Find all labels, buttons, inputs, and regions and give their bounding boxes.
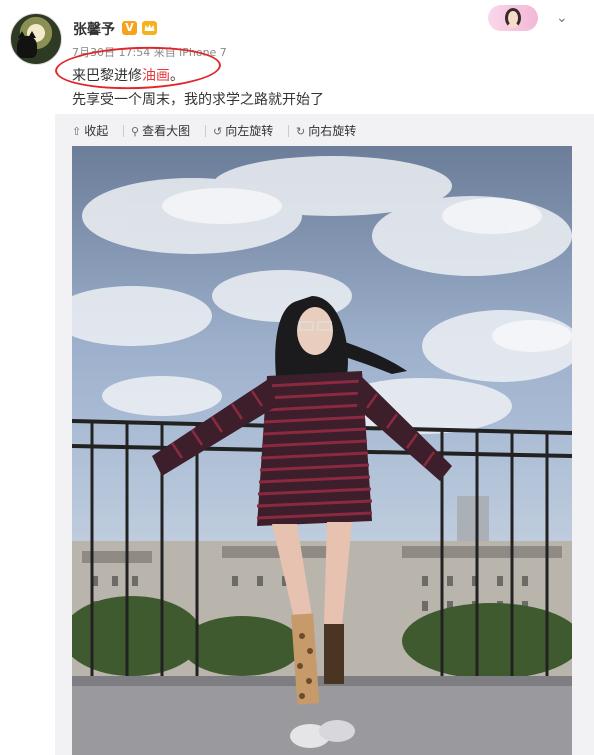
rotate-left-label: 向左旋转 bbox=[225, 124, 274, 138]
rotate-left-icon: ↺ bbox=[213, 125, 223, 138]
collapse-button[interactable]: ⇧ 收起 bbox=[72, 122, 108, 139]
post-text-line2: 先享受一个周末，我的求学之路就开始了 bbox=[72, 92, 324, 108]
view-large-button[interactable]: ⚲ 查看大图 bbox=[131, 122, 190, 139]
toolbar-divider bbox=[205, 125, 206, 137]
weibo-post: 张馨予 V ⌄ 7月30日 17:54 来自 iPhone 7 来巴黎进修油画。… bbox=[0, 0, 594, 755]
photo-illustration bbox=[72, 146, 572, 755]
username[interactable]: 张馨予 bbox=[73, 19, 115, 39]
post-photo[interactable] bbox=[72, 146, 572, 755]
post-meta[interactable]: 7月30日 17:54 来自 iPhone 7 bbox=[72, 44, 227, 60]
avatar-sticker-icon bbox=[505, 8, 521, 28]
verified-badge-icon[interactable]: V bbox=[122, 21, 137, 35]
post-text-highlight[interactable]: 油画 bbox=[142, 68, 170, 84]
collapse-arrow-icon: ⇧ bbox=[72, 125, 82, 138]
rotate-left-button[interactable]: ↺ 向左旋转 bbox=[213, 122, 273, 139]
view-large-label: 查看大图 bbox=[142, 124, 191, 138]
toolbar-divider bbox=[288, 125, 289, 137]
rotate-right-button[interactable]: ↻ 向右旋转 bbox=[296, 122, 356, 139]
cat-avatar-icon bbox=[17, 31, 37, 58]
collapse-label: 收起 bbox=[84, 124, 109, 138]
rotate-right-icon: ↻ bbox=[296, 125, 306, 138]
post-text-suffix: 。 bbox=[170, 68, 184, 84]
crown-member-icon[interactable] bbox=[141, 20, 158, 36]
post-text-prefix: 来巴黎进修 bbox=[72, 68, 142, 84]
media-toolbar: ⇧ 收起 ⚲ 查看大图 ↺ 向左旋转 ↻ 向右旋转 bbox=[55, 117, 575, 143]
magnifier-icon: ⚲ bbox=[131, 125, 140, 138]
toolbar-divider bbox=[123, 125, 124, 137]
chevron-down-icon[interactable]: ⌄ bbox=[556, 10, 568, 26]
rotate-right-label: 向右旋转 bbox=[308, 124, 357, 138]
profile-sticker[interactable] bbox=[488, 5, 538, 31]
post-text-line1: 来巴黎进修油画。 bbox=[72, 65, 184, 85]
user-avatar[interactable] bbox=[10, 13, 62, 65]
